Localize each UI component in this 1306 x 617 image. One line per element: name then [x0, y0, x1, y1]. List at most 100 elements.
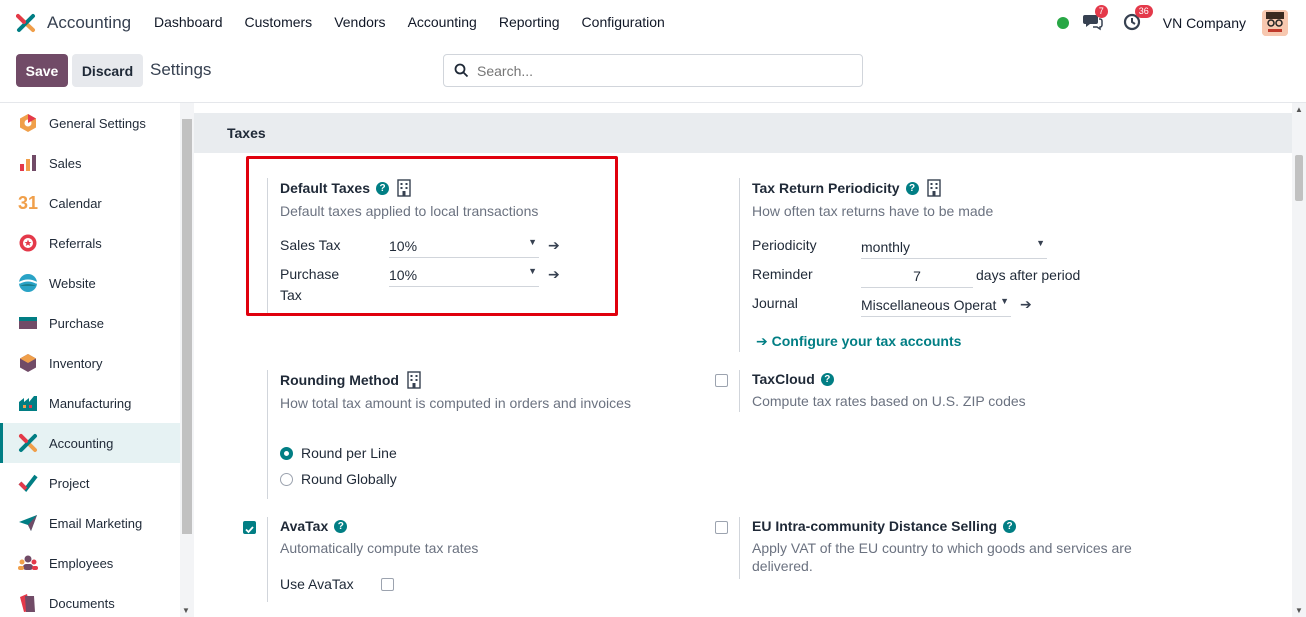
- sidebar-item-general-settings[interactable]: General Settings: [0, 103, 180, 143]
- avatar-icon: [1262, 10, 1288, 36]
- help-icon[interactable]: ?: [334, 519, 348, 533]
- accounting-app-icon[interactable]: [16, 13, 36, 33]
- sidebar-item-manufacturing[interactable]: Manufacturing: [0, 383, 180, 423]
- breadcrumb-settings: Settings: [150, 60, 212, 79]
- sidebar-item-sales[interactable]: Sales: [0, 143, 180, 183]
- sidebar-item-inventory[interactable]: Inventory: [0, 343, 180, 383]
- periodicity-select[interactable]: monthly ▼: [861, 235, 1047, 259]
- main-menu: Dashboard Customers Vendors Accounting R…: [154, 14, 687, 30]
- calendar-icon: 31: [17, 192, 39, 213]
- highlight-box: [246, 156, 618, 316]
- company-switcher[interactable]: VN Company: [1163, 15, 1246, 31]
- help-icon[interactable]: ?: [1003, 519, 1017, 533]
- project-icon: [17, 472, 39, 494]
- manufacturing-icon: [17, 392, 39, 414]
- settings-sidebar: General Settings Sales 31 Calendar Refer…: [0, 103, 180, 617]
- help-icon[interactable]: ?: [820, 372, 834, 386]
- reminder-suffix: days after period: [976, 267, 1081, 283]
- checkmark-icon: [245, 526, 254, 534]
- eu-oss-title: EU Intra-community Distance Selling: [752, 518, 998, 534]
- round-per-line-radio[interactable]: [280, 447, 293, 460]
- documents-icon: [17, 592, 39, 614]
- sidebar-item-label: Email Marketing: [49, 515, 143, 531]
- eu-oss-description-2: delivered.: [752, 558, 813, 574]
- avatax-divider: [267, 517, 268, 602]
- help-icon[interactable]: ?: [905, 181, 919, 195]
- search-input[interactable]: [477, 62, 837, 79]
- app-name[interactable]: Accounting: [47, 13, 131, 33]
- sidebar-item-website[interactable]: Website: [0, 263, 180, 303]
- eu-oss-heading: EU Intra-community Distance Selling ?: [752, 518, 1132, 534]
- use-avatax-checkbox[interactable]: [381, 578, 394, 591]
- round-globally-radio[interactable]: [280, 473, 293, 486]
- sidebar-item-employees[interactable]: Employees: [0, 543, 180, 583]
- reminder-input[interactable]: 7: [861, 264, 973, 288]
- sidebar-item-documents[interactable]: Documents: [0, 583, 180, 617]
- taxcloud-description: Compute tax rates based on U.S. ZIP code…: [752, 393, 1026, 409]
- avatax-title: AvaTax: [280, 518, 329, 534]
- rounding-heading: Rounding Method: [280, 371, 631, 389]
- menu-customers[interactable]: Customers: [245, 14, 313, 30]
- configure-tax-accounts-link[interactable]: ➔ Configure your tax accounts: [756, 333, 961, 350]
- scroll-up-icon[interactable]: ▲: [1295, 105, 1303, 114]
- save-button[interactable]: Save: [16, 54, 68, 87]
- user-avatar[interactable]: [1262, 10, 1288, 36]
- discard-button[interactable]: Discard: [72, 54, 143, 87]
- taxcloud-checkbox[interactable]: [715, 374, 728, 387]
- menu-vendors[interactable]: Vendors: [334, 14, 385, 30]
- sidebar-item-email-marketing[interactable]: Email Marketing: [0, 503, 180, 543]
- reminder-value: 7: [913, 268, 921, 284]
- messages-button[interactable]: 7: [1082, 5, 1108, 33]
- rounding-description: How total tax amount is computed in orde…: [280, 395, 631, 411]
- menu-reporting[interactable]: Reporting: [499, 14, 560, 30]
- use-avatax-label: Use AvaTax: [280, 576, 354, 592]
- content-scrollbar[interactable]: ▲ ▼: [1292, 103, 1306, 617]
- reminder-label: Reminder: [752, 266, 813, 282]
- search-box[interactable]: [443, 54, 863, 87]
- journal-value: Miscellaneous Operat: [861, 297, 997, 313]
- sidebar-scrollbar[interactable]: ▼: [180, 103, 194, 617]
- rounding-title: Rounding Method: [280, 372, 399, 388]
- eu-oss-checkbox[interactable]: [715, 521, 728, 534]
- employees-icon: [17, 552, 39, 574]
- messages-count-badge: 7: [1094, 5, 1108, 18]
- scroll-down-icon[interactable]: ▼: [1295, 606, 1303, 615]
- menu-dashboard[interactable]: Dashboard: [154, 14, 223, 30]
- tax-return-heading: Tax Return Periodicity ?: [752, 179, 993, 197]
- inventory-icon: [17, 352, 39, 374]
- chevron-down-icon: ▼: [1000, 296, 1009, 306]
- sidebar-item-label: Manufacturing: [49, 395, 132, 411]
- taxcloud-heading: TaxCloud ?: [752, 371, 1026, 387]
- content-scroll-thumb[interactable]: [1295, 155, 1303, 201]
- accounting-icon: [17, 432, 39, 454]
- menu-configuration[interactable]: Configuration: [582, 14, 665, 30]
- sidebar-scroll-thumb[interactable]: [182, 119, 192, 534]
- sidebar-item-purchase[interactable]: Purchase: [0, 303, 180, 343]
- round-per-line-label[interactable]: Round per Line: [301, 445, 397, 461]
- sidebar-item-label: Referrals: [49, 235, 102, 251]
- sidebar-item-referrals[interactable]: Referrals: [0, 223, 180, 263]
- avatax-heading: AvaTax ?: [280, 518, 478, 534]
- sidebar-item-label: General Settings: [49, 115, 146, 131]
- referrals-icon: [17, 232, 39, 254]
- eu-oss-divider: [739, 517, 740, 579]
- sidebar-item-calendar[interactable]: 31 Calendar: [0, 183, 180, 223]
- general-settings-icon: [17, 112, 39, 134]
- journal-select[interactable]: Miscellaneous Operat ▼: [861, 293, 1011, 317]
- avatax-checkbox[interactable]: [243, 521, 256, 534]
- round-globally-label[interactable]: Round Globally: [301, 471, 397, 487]
- status-online-icon: [1056, 17, 1069, 29]
- sidebar-item-accounting[interactable]: Accounting: [0, 423, 180, 463]
- taxcloud-title: TaxCloud: [752, 371, 815, 387]
- eu-oss-setting: EU Intra-community Distance Selling ? Ap…: [752, 518, 1132, 574]
- activities-button[interactable]: 36: [1123, 5, 1153, 33]
- sidebar-item-project[interactable]: Project: [0, 463, 180, 503]
- menu-accounting[interactable]: Accounting: [408, 14, 477, 30]
- scroll-down-icon[interactable]: ▼: [182, 606, 190, 615]
- sidebar-item-label: Sales: [49, 155, 82, 171]
- sidebar-item-label: Inventory: [49, 355, 103, 371]
- journal-open-arrow-icon[interactable]: ➔: [1020, 296, 1032, 313]
- eu-oss-description-1: Apply VAT of the EU country to which goo…: [752, 540, 1132, 556]
- activities-count-badge: 36: [1134, 5, 1153, 18]
- sidebar-item-label: Project: [49, 475, 90, 491]
